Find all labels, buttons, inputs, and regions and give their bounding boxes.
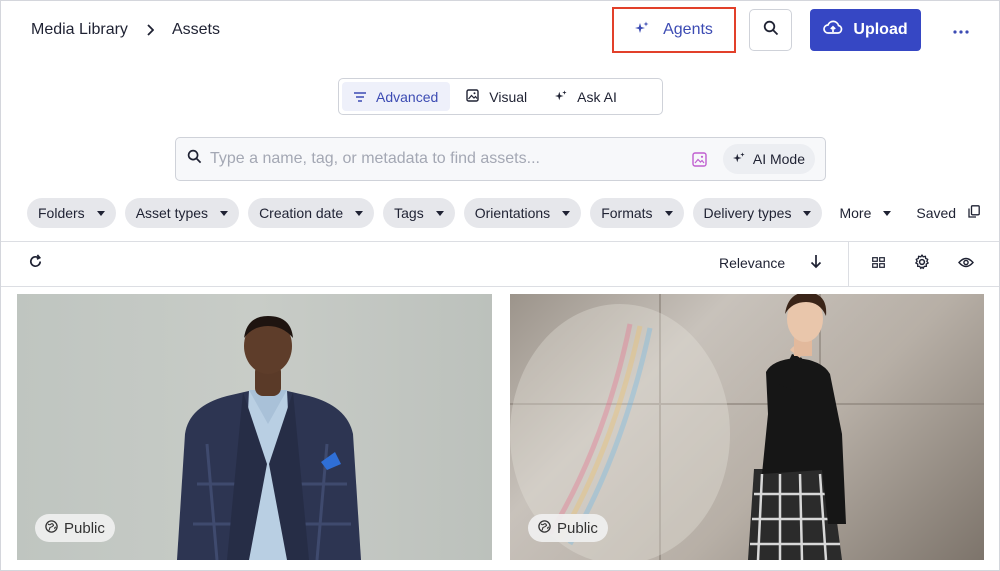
more-options-button[interactable] [945, 19, 977, 41]
filter-delivery-types[interactable]: Delivery types [692, 198, 823, 228]
visibility-badge: Public [528, 514, 608, 542]
agents-button[interactable]: Agents [612, 7, 736, 53]
filter-label: Formats [601, 205, 653, 221]
ai-mode-label: AI Mode [752, 151, 805, 167]
upload-label: Upload [853, 21, 908, 38]
filter-label: Orientations [474, 205, 551, 221]
agents-label: Agents [663, 21, 713, 38]
chevron-right-icon [146, 24, 154, 36]
filter-label: Tags [394, 205, 424, 221]
mode-advanced[interactable]: Advanced [342, 82, 451, 111]
filter-formats[interactable]: Formats [590, 198, 684, 228]
caret-down-icon [664, 210, 673, 216]
filter-bar: Folders Asset types Creation date Tags O… [27, 198, 988, 228]
cloud-upload-icon [823, 20, 843, 41]
saved-searches-button[interactable]: Saved [908, 198, 988, 228]
caret-down-icon [562, 210, 571, 216]
more-horizontal-icon [953, 21, 969, 39]
visibility-badge-label: Public [64, 519, 105, 537]
eye-icon [958, 255, 974, 273]
settings-button[interactable] [912, 253, 932, 275]
ai-mode-toggle[interactable]: AI Mode [722, 144, 815, 174]
sparkle-icon [555, 89, 567, 105]
globe-icon [45, 519, 58, 537]
mode-visual-label: Visual [489, 88, 528, 105]
breadcrumb: Media Library Assets [31, 19, 220, 41]
refresh-button[interactable] [25, 254, 45, 274]
upload-button[interactable]: Upload [810, 9, 921, 51]
visibility-badge-label: Public [557, 519, 598, 537]
image-upload-search-icon[interactable] [687, 146, 713, 172]
sparkle-icon [635, 21, 649, 40]
filter-creation-date[interactable]: Creation date [248, 198, 375, 228]
globe-icon [538, 519, 551, 537]
caret-down-icon [803, 210, 812, 216]
caret-down-icon [883, 210, 892, 216]
mode-advanced-label: Advanced [376, 88, 439, 105]
filter-folders[interactable]: Folders [27, 198, 116, 228]
grid-icon [871, 255, 885, 273]
mode-ask-ai[interactable]: Ask AI [543, 82, 629, 111]
toolbar-divider [848, 242, 849, 287]
filter-label: Asset types [135, 205, 209, 221]
breadcrumb-root[interactable]: Media Library [31, 21, 128, 39]
sort-select[interactable]: Relevance [719, 255, 785, 271]
filter-more-label: More [839, 205, 872, 221]
filter-more[interactable]: More [831, 198, 899, 228]
grid-view-button[interactable] [868, 254, 888, 274]
search-mode-switch: Advanced Visual Ask AI [338, 78, 663, 115]
filter-orientations[interactable]: Orientations [463, 198, 582, 228]
caret-down-icon [96, 210, 105, 216]
search-icon [187, 149, 202, 169]
media-library-window: Media Library Assets Agents Upload Advan… [0, 0, 1000, 571]
filter-label: Creation date [259, 205, 344, 221]
sparkle-icon [732, 151, 745, 167]
caret-down-icon [355, 210, 364, 216]
caret-down-icon [220, 210, 229, 216]
saved-label: Saved [916, 205, 957, 221]
search-button[interactable] [749, 9, 792, 51]
arrow-down-icon [810, 254, 822, 274]
filter-asset-types[interactable]: Asset types [124, 198, 240, 228]
filter-label: Folders [38, 205, 85, 221]
mode-visual[interactable]: Visual [454, 82, 539, 111]
filter-label: Delivery types [703, 205, 792, 221]
asset-card[interactable]: Public [17, 294, 492, 560]
copy-icon [968, 205, 980, 221]
caret-down-icon [435, 210, 444, 216]
breadcrumb-current: Assets [171, 21, 220, 38]
asset-search-bar: AI Mode [175, 137, 826, 181]
sort-direction-button[interactable] [806, 254, 826, 274]
mode-ask-ai-label: Ask AI [577, 88, 617, 105]
asset-card[interactable]: Public [510, 294, 984, 560]
preview-toggle-button[interactable] [956, 254, 976, 274]
refresh-icon [28, 254, 43, 274]
image-search-icon [466, 88, 479, 105]
results-toolbar: Relevance [1, 241, 999, 287]
search-icon [763, 20, 779, 41]
filter-tags[interactable]: Tags [383, 198, 455, 228]
filter-lines-icon [354, 89, 366, 105]
gear-icon [914, 253, 930, 275]
asset-search-input[interactable] [210, 150, 687, 168]
visibility-badge: Public [35, 514, 115, 542]
